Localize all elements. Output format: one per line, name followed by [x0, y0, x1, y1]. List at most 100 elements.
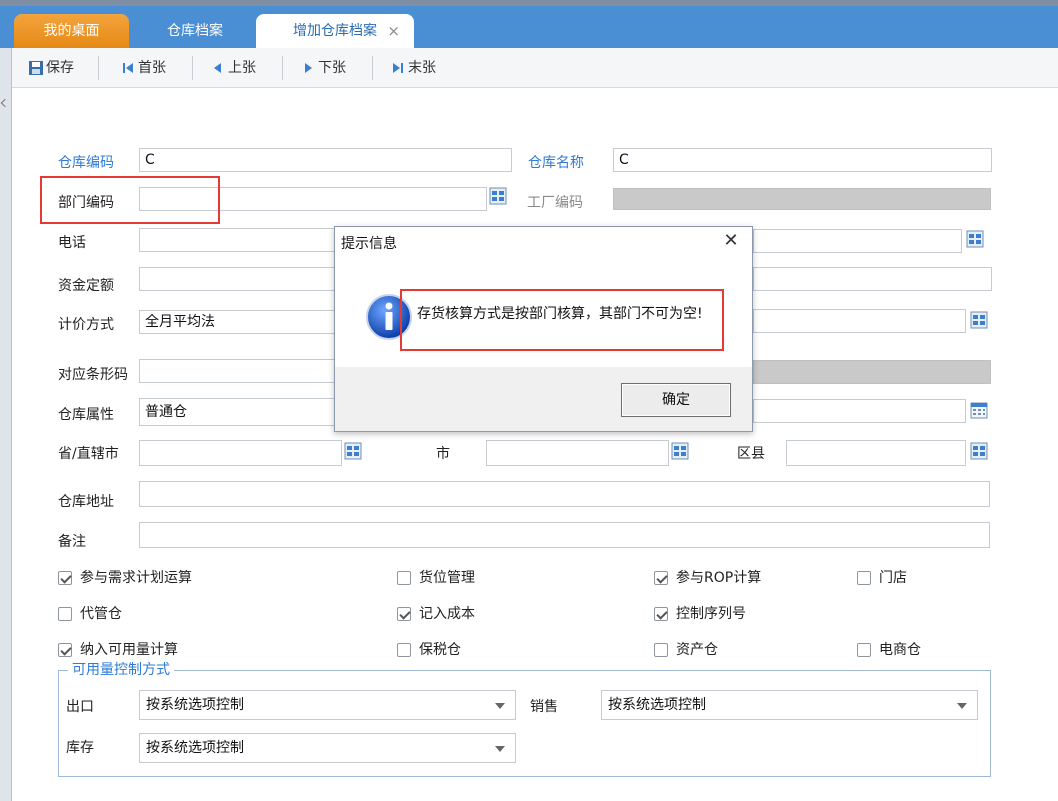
checkbox-box[interactable] [654, 571, 668, 585]
sales-label: 销售 [530, 699, 558, 715]
checkbox-label: 货位管理 [419, 570, 475, 586]
save-icon [29, 61, 43, 75]
right-field-row4[interactable] [753, 267, 992, 291]
pricing-method-label: 计价方式 [58, 317, 114, 333]
right-field-row3[interactable] [753, 229, 962, 253]
remark-input[interactable] [139, 522, 990, 548]
pricing-method-input[interactable]: 全月平均法 [139, 310, 335, 334]
district-reference-icon[interactable] [970, 442, 988, 460]
right-field-row5[interactable] [753, 309, 966, 333]
row5-reference-icon[interactable] [970, 311, 988, 329]
checkbox-label: 参与需求计划运算 [80, 570, 192, 586]
barcode-input[interactable] [139, 359, 335, 383]
dept-reference-icon[interactable] [489, 187, 507, 205]
last-record-label: 末张 [408, 60, 436, 76]
outbound-select[interactable]: 按系统选项控制 [139, 690, 516, 720]
toolbar: 保存 首张 上张 下张 末张 [12, 48, 1058, 88]
checkbox-label: 门店 [879, 570, 907, 586]
first-record-icon [123, 63, 133, 73]
checkbox-box[interactable] [58, 607, 72, 621]
warehouse-name-input[interactable]: C [613, 148, 992, 172]
tab-bar: 我的桌面 仓库档案 增加仓库档案 × [0, 6, 1058, 48]
checkbox-box[interactable] [857, 643, 871, 657]
tab-warehouse-archive[interactable]: 仓库档案 [136, 14, 254, 48]
last-record-icon [393, 63, 403, 73]
dropdown-arrow-icon [957, 703, 967, 709]
checkbox-label: 参与ROP计算 [676, 570, 762, 586]
barcode-label: 对应条形码 [58, 367, 128, 383]
warehouse-code-input[interactable]: C [139, 148, 512, 172]
warehouse-attr-input[interactable]: 普通仓 [139, 398, 335, 426]
address-label: 仓库地址 [58, 494, 114, 510]
close-tab-icon[interactable]: × [387, 14, 400, 48]
outbound-select-value: 按系统选项控制 [146, 697, 244, 713]
tab-add-warehouse-archive[interactable]: 增加仓库档案 × [256, 14, 414, 48]
last-record-button[interactable]: 末张 [388, 48, 436, 88]
row3-reference-icon[interactable] [966, 230, 984, 248]
phone-input[interactable] [139, 228, 335, 252]
left-frame [0, 48, 12, 801]
checkbox-demand-planning[interactable]: 参与需求计划运算 [58, 568, 192, 588]
province-input[interactable] [139, 440, 342, 466]
checkbox-ecommerce[interactable]: 电商仓 [857, 640, 921, 660]
toolbar-separator [282, 56, 283, 80]
fund-quota-input[interactable] [139, 267, 335, 291]
first-record-button[interactable]: 首张 [118, 48, 166, 88]
checkbox-include-cost[interactable]: 记入成本 [397, 604, 475, 624]
city-input[interactable] [486, 440, 669, 466]
checkbox-bonded[interactable]: 保税仓 [397, 640, 461, 660]
checkbox-box[interactable] [397, 643, 411, 657]
prev-record-icon [214, 63, 221, 73]
checkbox-location-mgmt[interactable]: 货位管理 [397, 568, 475, 588]
warehouse-code-label: 仓库编码 [58, 155, 114, 171]
factory-code-input [613, 188, 991, 210]
message-highlight [400, 289, 724, 351]
tab-my-desktop[interactable]: 我的桌面 [14, 14, 129, 48]
checkbox-box[interactable] [397, 571, 411, 585]
province-reference-icon[interactable] [344, 442, 362, 460]
checkbox-serial-control[interactable]: 控制序列号 [654, 604, 746, 624]
stock-label: 库存 [66, 740, 94, 756]
checkbox-box[interactable] [397, 607, 411, 621]
next-record-icon [305, 63, 312, 73]
next-record-label: 下张 [318, 60, 346, 76]
checkbox-box[interactable] [58, 643, 72, 657]
message-dialog: 提示信息 ✕ 存货核算方式是按部门核算，其部门不可为空! 确定 [334, 226, 753, 432]
tab-add-label: 增加仓库档案 [293, 23, 377, 39]
checkbox-label: 代管仓 [80, 606, 122, 622]
checkbox-box[interactable] [654, 607, 668, 621]
save-label: 保存 [46, 60, 74, 76]
ok-button[interactable]: 确定 [621, 383, 731, 417]
prev-record-button[interactable]: 上张 [208, 48, 256, 88]
checkbox-box[interactable] [857, 571, 871, 585]
checkbox-box[interactable] [654, 643, 668, 657]
checkbox-box[interactable] [58, 571, 72, 585]
right-field-row7[interactable] [753, 399, 966, 423]
city-label: 市 [436, 446, 450, 462]
dialog-close-icon[interactable]: ✕ [722, 232, 740, 250]
district-label: 区县 [737, 446, 765, 462]
date-picker-icon[interactable] [970, 401, 988, 419]
checkbox-available-qty[interactable]: 纳入可用量计算 [58, 640, 178, 660]
province-label: 省/直辖市 [58, 446, 119, 462]
next-record-button[interactable]: 下张 [298, 48, 346, 88]
checkbox-store[interactable]: 门店 [857, 568, 907, 588]
checkbox-rop-calc[interactable]: 参与ROP计算 [654, 568, 761, 588]
dropdown-arrow-icon [495, 746, 505, 752]
collapse-arrow-icon[interactable] [0, 98, 10, 108]
city-reference-icon[interactable] [671, 442, 689, 460]
stock-select-value: 按系统选项控制 [146, 740, 244, 756]
checkbox-label: 纳入可用量计算 [80, 642, 178, 658]
dialog-title: 提示信息 [341, 236, 397, 252]
sales-select[interactable]: 按系统选项控制 [601, 690, 978, 720]
checkbox-consignment[interactable]: 代管仓 [58, 604, 122, 624]
checkbox-label: 记入成本 [419, 606, 475, 622]
fund-quota-label: 资金定额 [58, 278, 114, 294]
district-input[interactable] [786, 440, 966, 466]
toolbar-separator [98, 56, 99, 80]
stock-select[interactable]: 按系统选项控制 [139, 733, 516, 763]
checkbox-asset[interactable]: 资产仓 [654, 640, 718, 660]
availability-group-title: 可用量控制方式 [68, 662, 174, 678]
save-button[interactable]: 保存 [26, 48, 74, 88]
address-input[interactable] [139, 481, 990, 507]
